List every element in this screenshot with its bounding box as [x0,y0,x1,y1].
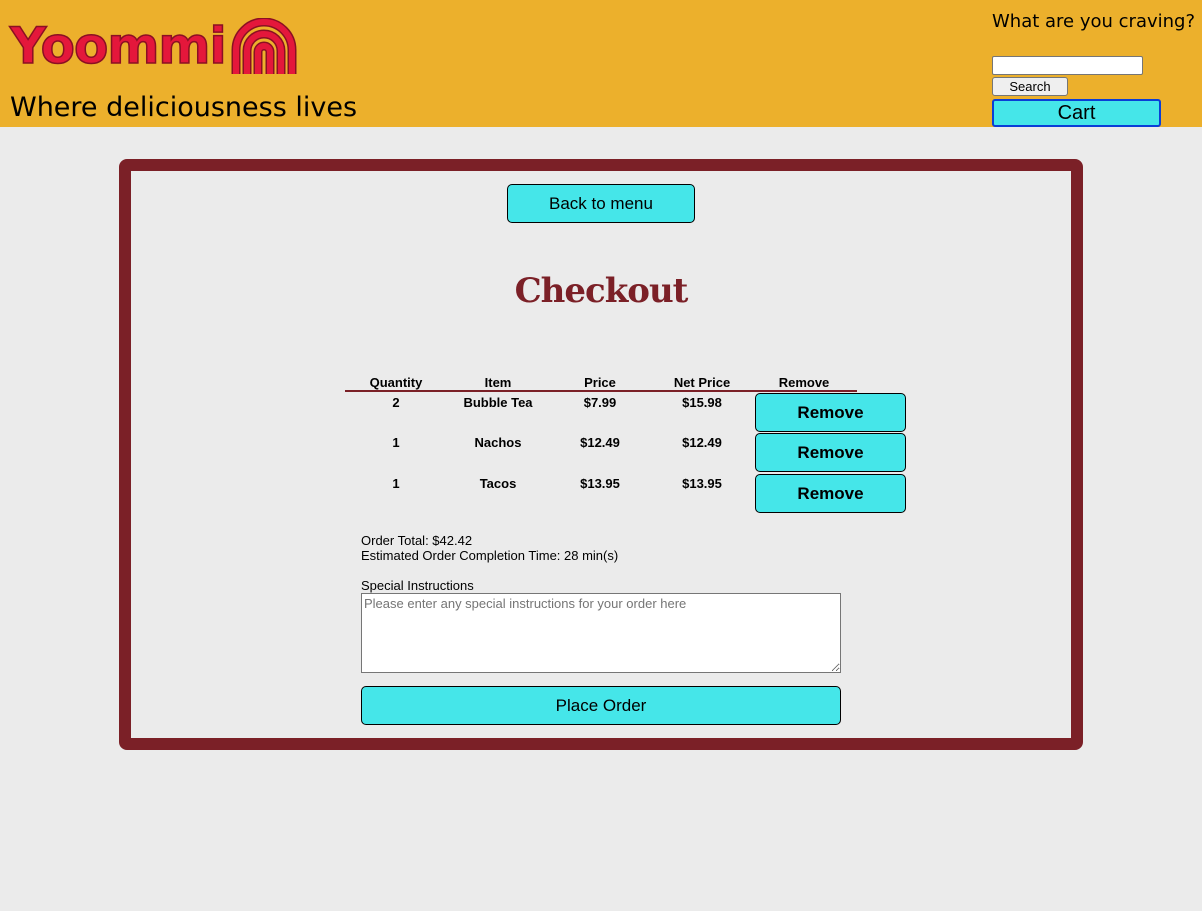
completion-time: Estimated Order Completion Time: 28 min(… [361,548,619,563]
remove-button[interactable]: Remove [755,393,906,432]
column-header-remove: Remove [778,375,830,390]
site-header: Yoommi Where deliciousness lives What ar… [0,0,1202,127]
page-title: Checkout [514,271,689,311]
row-net-price: $13.95 [682,476,722,491]
row-item: Nachos [474,435,522,450]
order-summary: Order Total: $42.42 Estimated Order Comp… [361,533,618,563]
column-header-net-price: Net Price [673,375,731,390]
row-net-price: $15.98 [682,395,722,410]
row-item: Tacos [479,476,517,491]
remove-button[interactable]: Remove [755,474,906,513]
logo-wordmark: Yoommi [9,16,227,76]
header-divider [345,390,857,392]
search-prompt: What are you craving? [992,11,1196,32]
search-button[interactable]: Search [992,77,1068,96]
cart-button[interactable]: Cart [992,99,1161,127]
row-price: $12.49 [580,435,620,450]
place-order-button[interactable]: Place Order [361,686,841,725]
order-total: Order Total: $42.42 [361,533,473,548]
row-quantity: 2 [392,395,400,410]
tagline: Where deliciousness lives [10,92,358,123]
column-header-item: Item [484,375,512,390]
column-header-price: Price [584,375,616,390]
search-area: What are you craving? Search Cart [992,10,1196,127]
rainbow-logo-icon [231,18,297,74]
special-instructions-field[interactable] [361,593,841,673]
column-header-quantity: Quantity [369,375,423,390]
search-input[interactable] [992,56,1143,75]
checkout-panel: Back to menu Checkout Quantity Item Pric… [119,159,1083,750]
row-price: $13.95 [580,476,620,491]
row-quantity: 1 [392,435,400,450]
row-quantity: 1 [392,476,400,491]
back-to-menu-button[interactable]: Back to menu [507,184,695,223]
row-net-price: $12.49 [682,435,722,450]
special-instructions-label: Special Instructions [361,578,474,593]
row-price: $7.99 [583,395,617,410]
row-item: Bubble Tea [463,395,533,410]
remove-button[interactable]: Remove [755,433,906,472]
